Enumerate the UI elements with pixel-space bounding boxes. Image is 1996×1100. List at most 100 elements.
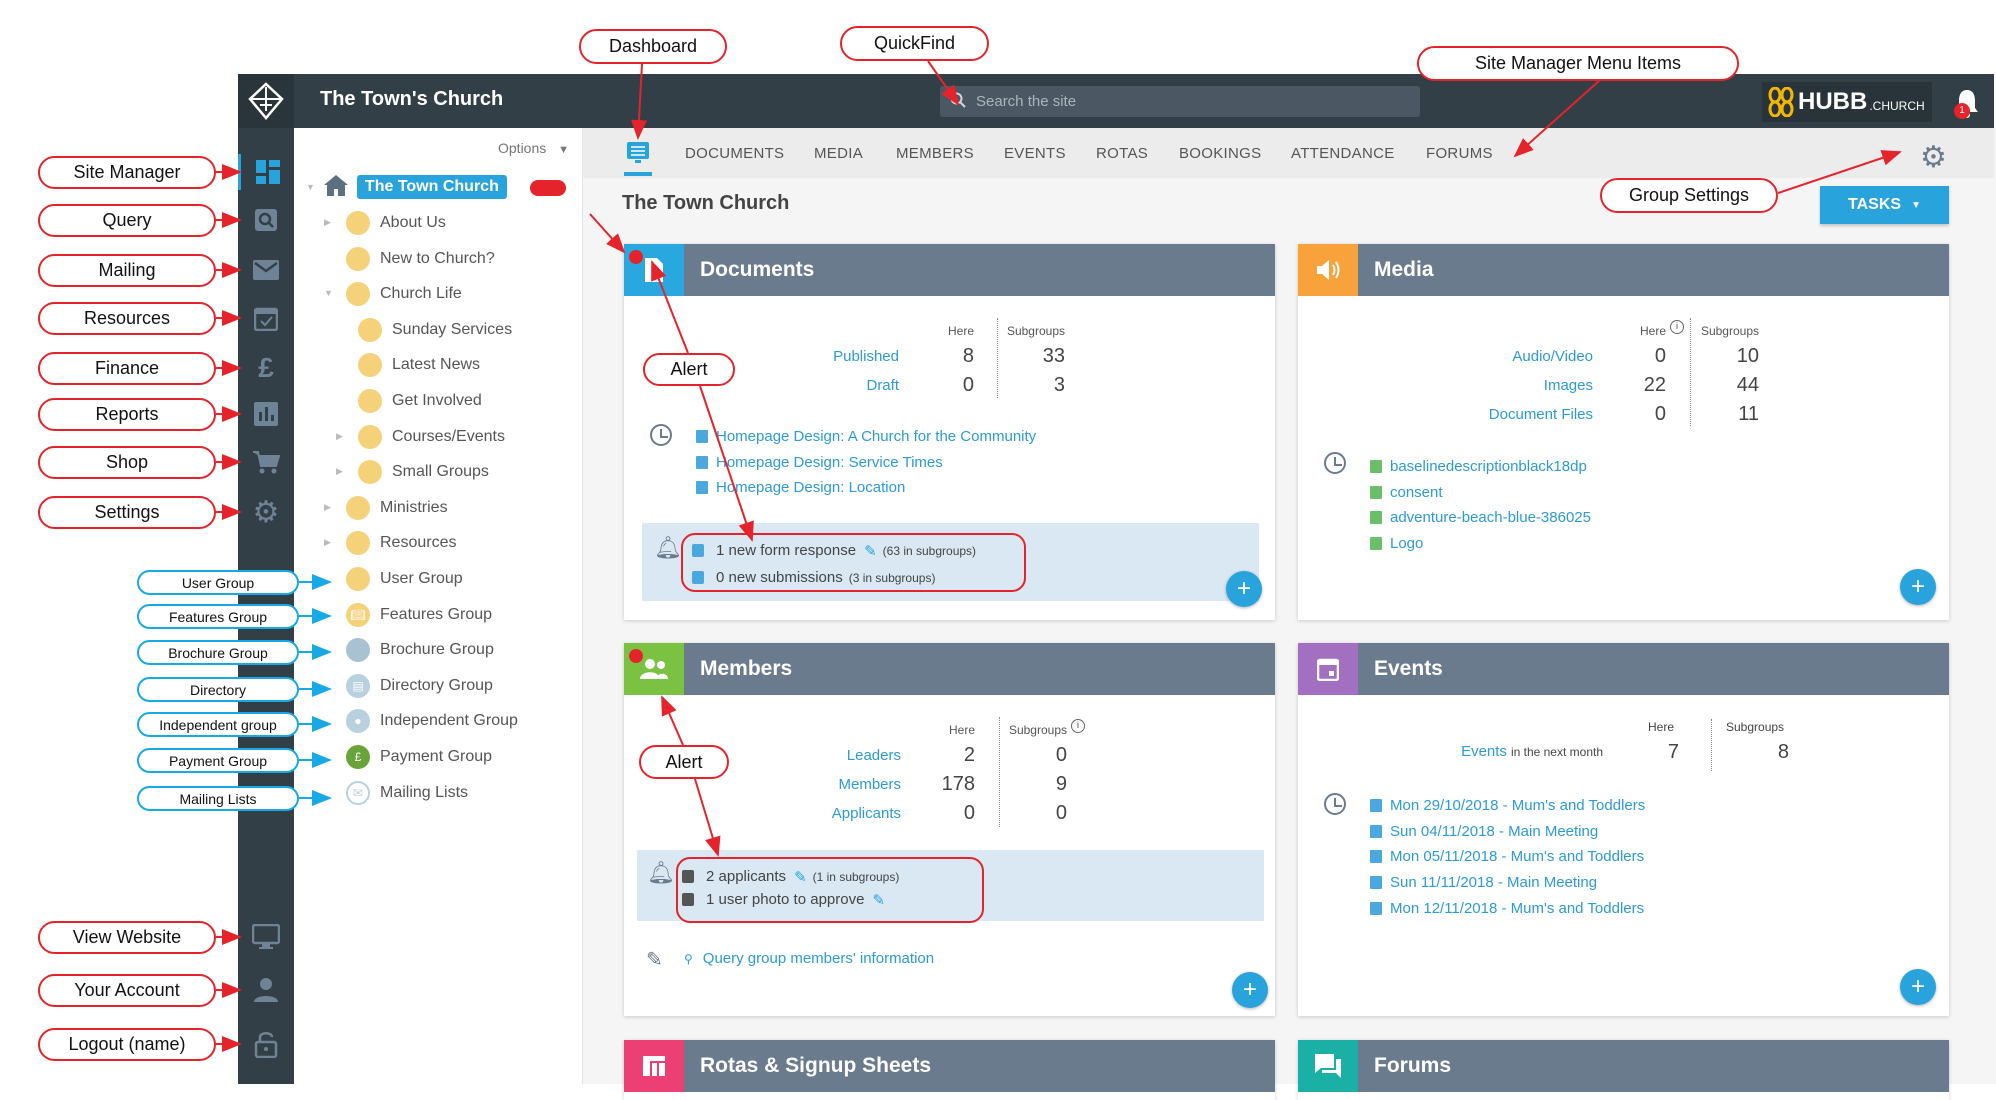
caret-right-icon[interactable]: ▶ <box>324 537 331 548</box>
yellow-group-icon <box>358 424 382 449</box>
query-search-icon[interactable] <box>238 202 294 238</box>
pound-icon[interactable]: £ <box>238 350 294 386</box>
tree-item[interactable]: ▶ Courses/Events <box>336 419 505 455</box>
add-media-button[interactable]: + <box>1900 569 1936 605</box>
events-item-icon <box>1370 850 1382 864</box>
add-event-button[interactable]: + <box>1900 969 1936 1005</box>
recent-document[interactable]: Homepage Design: Location <box>696 475 1036 501</box>
forums-card-header[interactable]: Forums <box>1298 1040 1949 1092</box>
upcoming-event[interactable]: Mon 29/10/2018 - Mum's and Toddlers <box>1370 793 1645 819</box>
site-logo[interactable] <box>238 74 294 128</box>
tab-bookings[interactable]: BOOKINGS <box>1179 145 1261 162</box>
tab-documents[interactable]: DOCUMENTS <box>685 145 784 162</box>
search-icon <box>950 92 966 112</box>
caret-down-icon[interactable]: ▼ <box>324 288 333 298</box>
caret-right-icon[interactable]: ▶ <box>324 217 331 228</box>
tree-root-item[interactable]: ▼ The Town Church <box>306 169 507 205</box>
recent-document-label: Homepage Design: Location <box>716 479 906 497</box>
tree-item[interactable]: ▤ Directory Group <box>346 668 493 704</box>
features-group-icon: 📖︎ <box>346 602 370 627</box>
tree-item[interactable]: ▶ Resources <box>324 525 456 561</box>
events-stat-row: Events in the next month <box>1461 743 1603 760</box>
caret-right-icon[interactable]: ▶ <box>324 502 331 513</box>
alert-badge[interactable] <box>530 180 566 196</box>
tree-item[interactable]: ● Independent Group <box>346 703 518 739</box>
events-link[interactable]: Events <box>1461 743 1507 760</box>
documents-card-header[interactable]: Documents <box>624 244 1275 296</box>
tree-item[interactable]: 📖︎ Features Group <box>346 597 492 633</box>
church-logo-icon <box>248 82 284 120</box>
upcoming-event[interactable]: Sun 11/11/2018 - Main Meeting <box>1370 870 1645 896</box>
quickfind-search-input[interactable]: Search the site <box>940 86 1420 117</box>
tree-item[interactable]: Sunday Services <box>358 312 512 348</box>
cart-icon[interactable] <box>238 444 294 480</box>
tab-forums[interactable]: FORUMS <box>1426 145 1493 162</box>
tree-item[interactable]: ▼ Church Life <box>324 276 462 312</box>
tree-item-label: Brochure Group <box>380 641 494 659</box>
tree-item[interactable]: Brochure Group <box>346 632 494 668</box>
recent-document[interactable]: Homepage Design: Service Times <box>696 450 1036 476</box>
recent-media[interactable]: baselinedescriptionblack18dp <box>1370 454 1591 480</box>
tree-item[interactable]: ▶ Ministries <box>324 490 448 526</box>
dashboard-icon[interactable] <box>238 154 294 190</box>
upcoming-event-label: Mon 29/10/2018 - Mum's and Toddlers <box>1390 797 1646 815</box>
recent-media[interactable]: consent <box>1370 480 1591 506</box>
add-member-button[interactable]: + <box>1232 972 1268 1008</box>
tree-item[interactable]: User Group <box>346 561 463 597</box>
upcoming-event[interactable]: Sun 04/11/2018 - Main Meeting <box>1370 819 1645 845</box>
stat-label-link[interactable]: Applicants <box>784 805 901 822</box>
clock-icon <box>1324 452 1346 474</box>
media-card-header[interactable]: Media <box>1298 244 1949 296</box>
upcoming-event[interactable]: Mon 05/11/2018 - Mum's and Toddlers <box>1370 844 1645 870</box>
recent-media[interactable]: adventure-beach-blue-386025 <box>1370 505 1591 531</box>
stat-label-link[interactable]: Leaders <box>784 747 901 764</box>
tree-item[interactable]: ▶ About Us <box>324 205 446 241</box>
tree-item[interactable]: Get Involved <box>358 383 482 419</box>
annotation-menu-items: Site Manager Menu Items <box>1417 46 1739 81</box>
tree-item[interactable]: £ Payment Group <box>346 739 492 775</box>
logout-lock-icon[interactable] <box>238 1026 294 1062</box>
tree-item[interactable]: New to Church? <box>346 241 495 277</box>
tab-attendance[interactable]: ATTENDANCE <box>1291 145 1395 162</box>
add-document-button[interactable]: + <box>1226 571 1262 607</box>
tab-events[interactable]: EVENTS <box>1004 145 1066 162</box>
bar-chart-icon[interactable] <box>238 396 294 432</box>
tree-item[interactable]: ▶ Small Groups <box>336 454 489 490</box>
clock-icon <box>650 424 672 446</box>
events-item-icon <box>1370 799 1382 813</box>
stat-label-link[interactable]: Published <box>784 348 899 365</box>
tasks-button[interactable]: TASKS ▼ <box>1820 186 1949 224</box>
rotas-card-header[interactable]: Rotas & Signup Sheets <box>624 1040 1275 1092</box>
tab-media[interactable]: MEDIA <box>814 145 863 162</box>
events-item-icon <box>1370 901 1382 915</box>
tab-rotas[interactable]: ROTAS <box>1096 145 1148 162</box>
caret-right-icon[interactable]: ▶ <box>336 431 343 442</box>
mail-icon[interactable] <box>238 252 294 288</box>
user-account-icon[interactable] <box>238 972 294 1008</box>
hubb-church-logo[interactable]: HUBB .CHURCH <box>1762 82 1932 122</box>
members-card-header[interactable]: Members <box>624 643 1275 695</box>
info-icon[interactable]: i <box>1071 719 1085 733</box>
stat-subgroups-value: 0 <box>1055 744 1067 766</box>
events-card-header[interactable]: Events <box>1298 643 1949 695</box>
upcoming-event[interactable]: Mon 12/11/2018 - Mum's and Toddlers <box>1370 895 1645 921</box>
stat-label-link[interactable]: Document Files <box>1458 406 1593 423</box>
stat-label-link[interactable]: Audio/Video <box>1458 348 1593 365</box>
group-settings-gear-icon[interactable]: ⚙ <box>1920 140 1947 175</box>
monitor-icon[interactable] <box>238 919 294 955</box>
dashboard-tab-icon[interactable] <box>625 140 651 164</box>
tree-item[interactable]: ✉ Mailing Lists <box>346 775 468 811</box>
tab-members[interactable]: MEMBERS <box>896 145 974 162</box>
calendar-check-icon[interactable] <box>238 300 294 336</box>
tree-item[interactable]: Latest News <box>358 347 480 383</box>
recent-media[interactable]: Logo <box>1370 531 1591 557</box>
recent-document[interactable]: Homepage Design: A Church for the Commun… <box>696 424 1036 450</box>
caret-right-icon[interactable]: ▶ <box>336 466 343 477</box>
settings-gear-icon[interactable]: ⚙ <box>238 494 294 530</box>
info-icon[interactable]: i <box>1670 320 1684 334</box>
stat-label-link[interactable]: Members <box>784 776 901 793</box>
query-members-link[interactable]: ⚲ Query group members' information <box>684 950 934 967</box>
stat-label-link[interactable]: Draft <box>784 377 899 394</box>
tree-options-dropdown[interactable]: Options ▼ <box>498 140 569 156</box>
stat-label-link[interactable]: Images <box>1458 377 1593 394</box>
